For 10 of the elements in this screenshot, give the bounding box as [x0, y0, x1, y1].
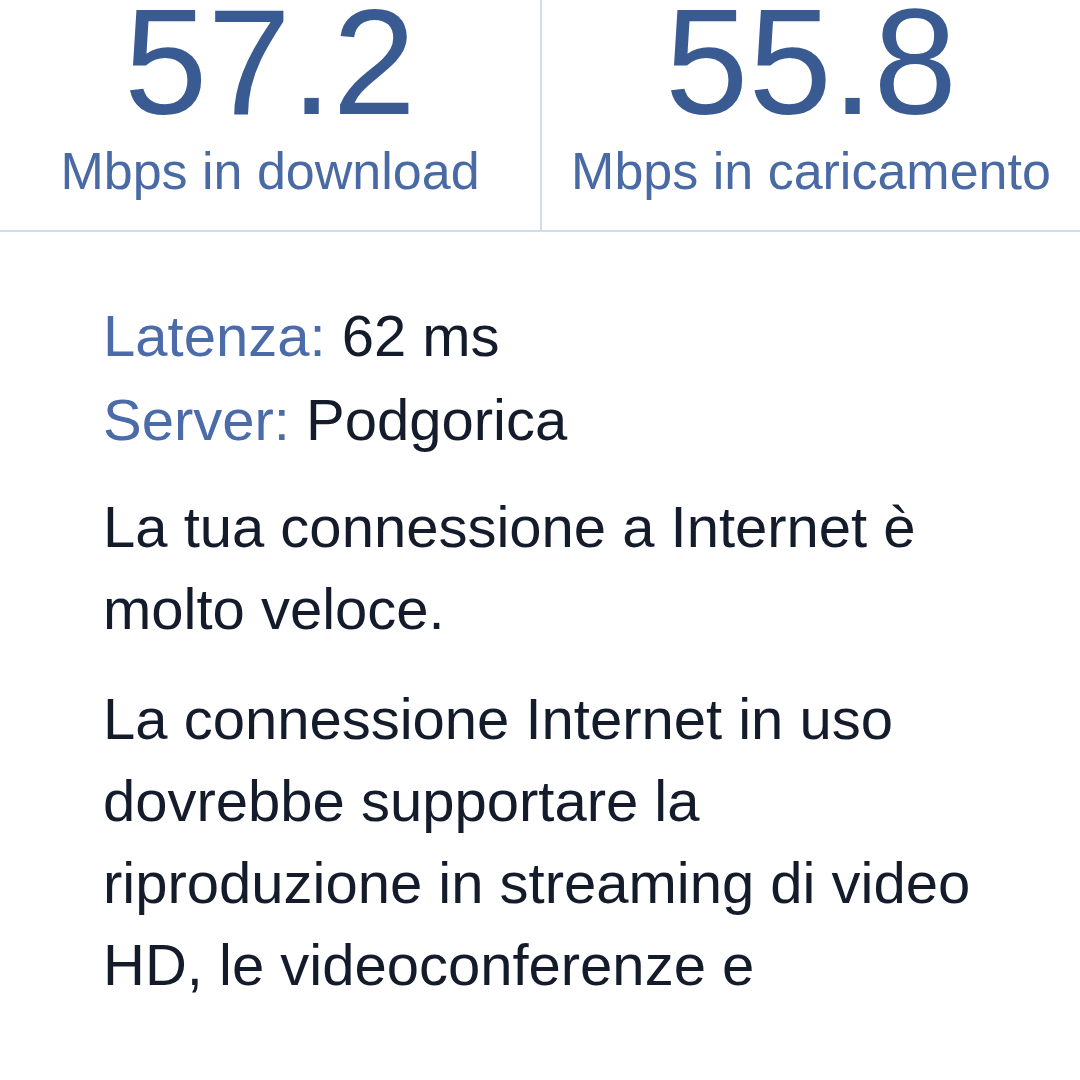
detail-label: Latenza: [103, 303, 326, 368]
detail-label: Server: [103, 387, 290, 452]
speed-label: Mbps in download [60, 141, 480, 201]
speed-value: 55.8 [665, 0, 957, 137]
result-paragraph: La connessione Internet in uso dovrebbe supportare la riproduzione in streaming di video HD, le videoconferenze e [103, 685, 972, 999]
speed-value: 57.2 [124, 0, 416, 137]
detail-value: 62 ms [341, 303, 500, 368]
speed-label: Mbps in caricamento [571, 141, 1051, 201]
result-paragraph: La tua connessione a Internet è molto veloce. [103, 493, 917, 643]
detail-value: Podgorica [306, 387, 568, 452]
